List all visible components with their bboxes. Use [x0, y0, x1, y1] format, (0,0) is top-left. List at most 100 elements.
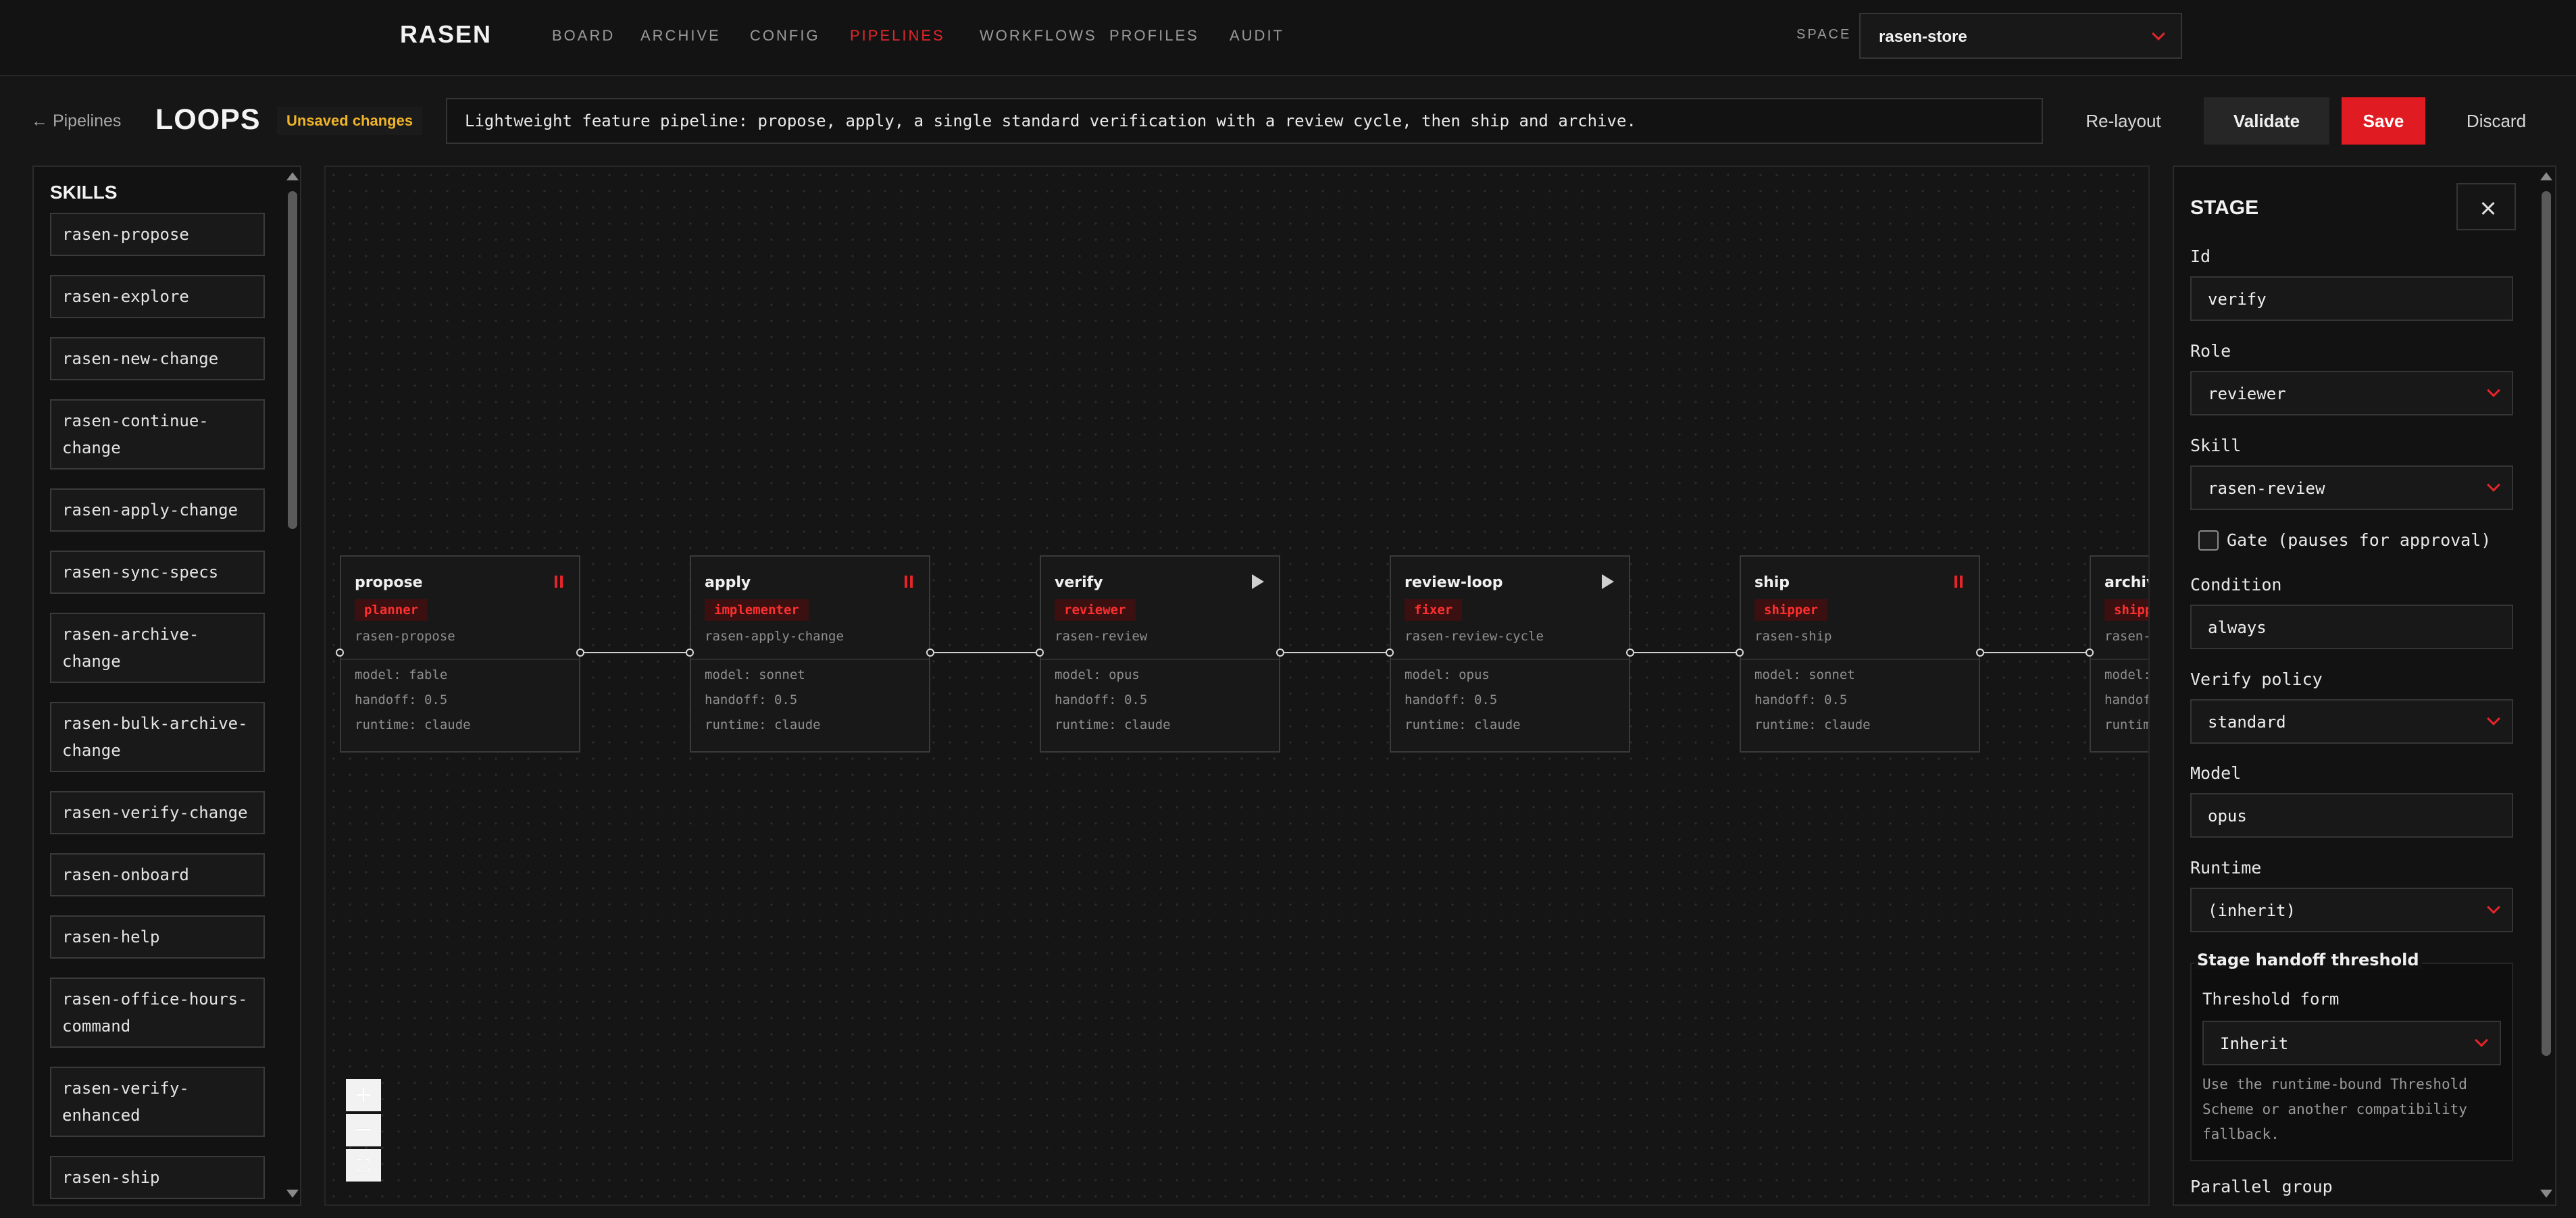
stage-node-role: implementer — [705, 599, 809, 621]
skill-item[interactable]: rasen-new-change — [50, 337, 265, 380]
stage-node-title: verify — [1055, 574, 1103, 591]
skill-item[interactable]: rasen-verify-enhanced — [50, 1067, 265, 1137]
brand-logo[interactable]: RASEN — [400, 20, 492, 49]
close-stage-panel-button[interactable] — [2456, 183, 2516, 230]
node-port[interactable] — [926, 649, 934, 657]
nav-board[interactable]: BOARD — [552, 27, 615, 45]
verify-policy-value: standard — [2208, 713, 2286, 732]
skills-panel: SKILLS rasen-propose rasen-explore rasen… — [32, 166, 301, 1206]
node-port[interactable] — [2086, 649, 2094, 657]
chevron-down-icon — [2152, 27, 2165, 41]
stage-node-archive[interactable]: archive shipper rasen- model: handoff: r… — [2090, 555, 2150, 753]
skills-scrollbar-thumb[interactable] — [288, 191, 297, 529]
nav-workflows[interactable]: WORKFLOWS — [980, 27, 1097, 45]
condition-input[interactable]: always — [2190, 605, 2513, 649]
node-port[interactable] — [336, 649, 344, 657]
stage-node-apply[interactable]: apply implementer rasen-apply-change mod… — [690, 555, 930, 753]
stage-node-review-loop[interactable]: review-loop fixer rasen-review-cycle mod… — [1390, 555, 1630, 753]
stage-panel-scrollbar[interactable] — [2537, 167, 2555, 1204]
back-to-pipelines-link[interactable]: ← Pipelines — [31, 111, 121, 131]
stage-panel-scrollbar-thumb[interactable] — [2542, 191, 2551, 1056]
stage-node-runtime: runtime: claude — [705, 717, 821, 732]
stage-node-skill: rasen- — [2104, 629, 2150, 644]
stage-node-handoff: handoff: 0.5 — [1754, 692, 1848, 707]
skill-item[interactable]: rasen-office-hours-command — [50, 978, 265, 1048]
stage-node-ship[interactable]: ship shipper rasen-ship model: sonnet ha… — [1740, 555, 1980, 753]
chevron-down-icon — [2487, 712, 2500, 726]
threshold-form-select[interactable]: Inherit — [2202, 1021, 2501, 1065]
scroll-down-arrow-icon[interactable] — [2540, 1190, 2552, 1198]
skill-item[interactable]: rasen-help — [50, 915, 265, 959]
stage-node-propose[interactable]: propose planner rasen-propose model: fab… — [340, 555, 580, 753]
skill-select[interactable]: rasen-review — [2190, 465, 2513, 510]
model-input[interactable]: opus — [2190, 793, 2513, 838]
stage-node-verify[interactable]: verify reviewer rasen-review model: opus… — [1040, 555, 1280, 753]
skill-item[interactable]: rasen-sync-specs — [50, 551, 265, 594]
node-port[interactable] — [1976, 649, 1984, 657]
parallel-group-label: Parallel group — [2190, 1177, 2333, 1196]
nav-audit[interactable]: AUDIT — [1230, 27, 1284, 45]
role-select[interactable]: reviewer — [2190, 371, 2513, 415]
discard-button[interactable]: Discard — [2439, 97, 2554, 145]
save-button[interactable]: Save — [2342, 97, 2425, 145]
runtime-value: (inherit) — [2208, 901, 2296, 920]
play-icon — [1602, 574, 1614, 589]
scroll-down-arrow-icon[interactable] — [286, 1190, 299, 1198]
scroll-up-arrow-icon[interactable] — [2540, 172, 2552, 180]
skill-item[interactable]: rasen-onboard — [50, 853, 265, 896]
stage-node-model: model: opus — [1055, 667, 1140, 682]
runtime-label: Runtime — [2190, 858, 2262, 878]
stage-node-role: shipper — [2104, 599, 2148, 621]
skill-item[interactable]: rasen-explore — [50, 275, 265, 318]
skill-item[interactable]: rasen-propose — [50, 213, 265, 256]
validate-button[interactable]: Validate — [2204, 97, 2329, 145]
skill-item[interactable]: rasen-archive-change — [50, 613, 265, 683]
fit-view-button[interactable]: ⛶ — [346, 1149, 381, 1182]
id-input[interactable]: verify — [2190, 276, 2513, 321]
node-port[interactable] — [1736, 649, 1744, 657]
divider — [2091, 659, 2148, 660]
fit-view-icon: ⛶ — [357, 1157, 370, 1177]
space-select[interactable]: rasen-store — [1859, 13, 2182, 59]
plus-icon: + — [353, 1081, 374, 1108]
divider — [1041, 659, 1279, 660]
stage-node-title: archive — [2104, 574, 2148, 591]
skill-value: rasen-review — [2208, 479, 2325, 498]
verify-policy-select[interactable]: standard — [2190, 699, 2513, 744]
gate-label[interactable]: Gate (pauses for approval) — [2227, 530, 2491, 550]
scroll-up-arrow-icon[interactable] — [286, 172, 299, 180]
node-port[interactable] — [576, 649, 584, 657]
skill-item[interactable]: rasen-bulk-archive-change — [50, 702, 265, 772]
stage-node-skill: rasen-apply-change — [705, 629, 844, 644]
skill-item[interactable]: rasen-apply-change — [50, 488, 265, 532]
skill-item[interactable]: rasen-ship — [50, 1156, 265, 1199]
play-icon — [1252, 574, 1264, 589]
nav-archive[interactable]: ARCHIVE — [640, 27, 721, 45]
node-port[interactable] — [1626, 649, 1634, 657]
nav-profiles[interactable]: PROFILES — [1109, 27, 1199, 45]
skill-item[interactable]: rasen-verify-change — [50, 791, 265, 834]
zoom-out-button[interactable]: − — [346, 1114, 381, 1146]
node-port[interactable] — [1386, 649, 1394, 657]
node-port[interactable] — [686, 649, 694, 657]
stage-node-runtime: runtime: claude — [1754, 717, 1871, 732]
model-value: opus — [2208, 807, 2247, 826]
pipeline-description-input[interactable] — [446, 98, 2043, 144]
node-port[interactable] — [1276, 649, 1284, 657]
runtime-select[interactable]: (inherit) — [2190, 888, 2513, 932]
stage-node-model: model: sonnet — [1754, 667, 1855, 682]
relayout-button[interactable]: Re-layout — [2064, 97, 2183, 145]
stage-node-handoff: handoff: 0.5 — [355, 692, 448, 707]
pipeline-canvas[interactable]: propose planner rasen-propose model: fab… — [324, 166, 2150, 1206]
skill-item[interactable]: rasen-continue-change — [50, 399, 265, 470]
node-port[interactable] — [1036, 649, 1044, 657]
zoom-in-button[interactable]: + — [346, 1079, 381, 1111]
stage-node-model: model: sonnet — [705, 667, 805, 682]
nav-config[interactable]: CONFIG — [750, 27, 820, 45]
skills-scrollbar[interactable] — [284, 167, 300, 1204]
gate-checkbox[interactable] — [2198, 530, 2219, 551]
stage-node-handoff: handoff: 0.5 — [705, 692, 798, 707]
stage-node-model: model: — [2104, 667, 2150, 682]
nav-pipelines[interactable]: PIPELINES — [850, 27, 945, 45]
id-value: verify — [2208, 290, 2267, 309]
